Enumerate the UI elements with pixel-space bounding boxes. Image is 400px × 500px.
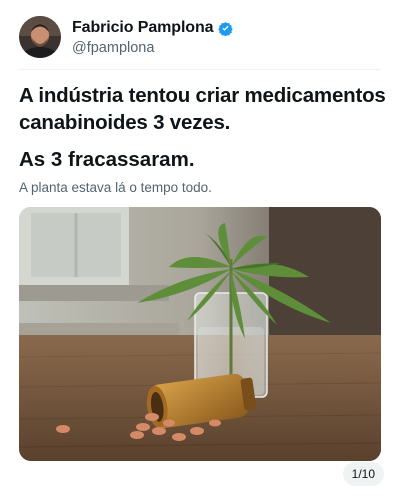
verified-badge-icon — [218, 21, 234, 36]
author-handle[interactable]: @fpamplona — [72, 40, 233, 56]
avatar[interactable] — [19, 16, 61, 58]
author-name[interactable]: Fabricio Pamplona — [72, 19, 214, 37]
post-subline: A planta estava lá o tempo todo. — [19, 180, 212, 195]
post-headline-secondary: As 3 fracassaram. — [19, 148, 195, 171]
post-header: Fabricio Pamplona @fpamplona — [19, 14, 381, 60]
divider — [19, 69, 381, 70]
post-image[interactable] — [19, 207, 381, 461]
post-headline: A indústria tentou criar medicamentos ca… — [19, 84, 386, 134]
media-counter: 1/10 — [342, 462, 384, 486]
